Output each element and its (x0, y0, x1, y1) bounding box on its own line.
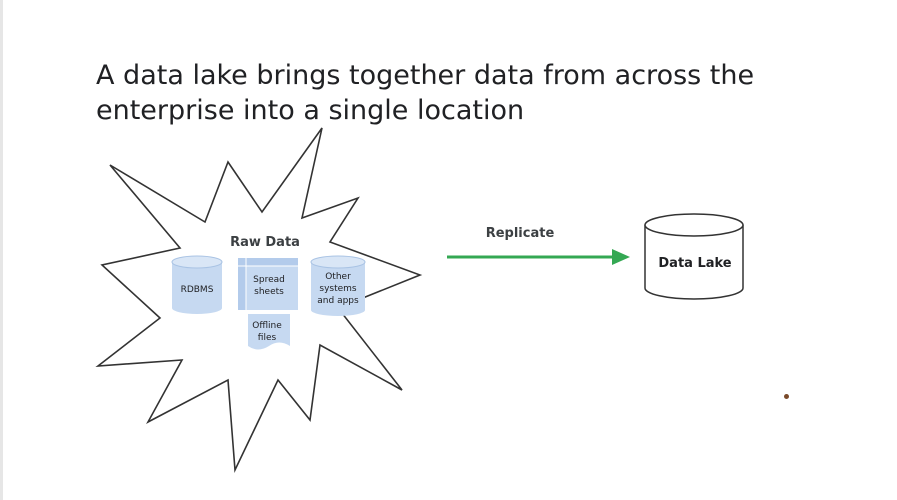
other-systems-label: Other systems and apps (308, 271, 368, 307)
offline-files-label-line-2: files (257, 333, 277, 343)
other-systems-label-line-1: Other (325, 272, 351, 282)
other-systems-label-line-2: systems (319, 284, 357, 294)
data-lake-label: Data Lake (658, 256, 732, 271)
replicate-arrow (447, 249, 630, 265)
offline-files-label: Offline files (244, 320, 290, 344)
spreadsheets-label-line-2: sheets (254, 287, 284, 297)
rdbms-label-line: RDBMS (180, 285, 214, 295)
raw-data-title: Raw Data (230, 235, 300, 250)
replicate-label: Replicate (485, 226, 555, 241)
diagram-canvas (95, 127, 744, 474)
offline-files-label-line-1: Offline (252, 321, 282, 331)
spreadsheets-label: Spread sheets (240, 274, 298, 298)
rdbms-label: RDBMS (170, 284, 224, 296)
spreadsheets-label-line-1: Spread (253, 275, 285, 285)
pointer-dot (784, 394, 789, 399)
other-systems-label-line-3: and apps (317, 296, 359, 306)
